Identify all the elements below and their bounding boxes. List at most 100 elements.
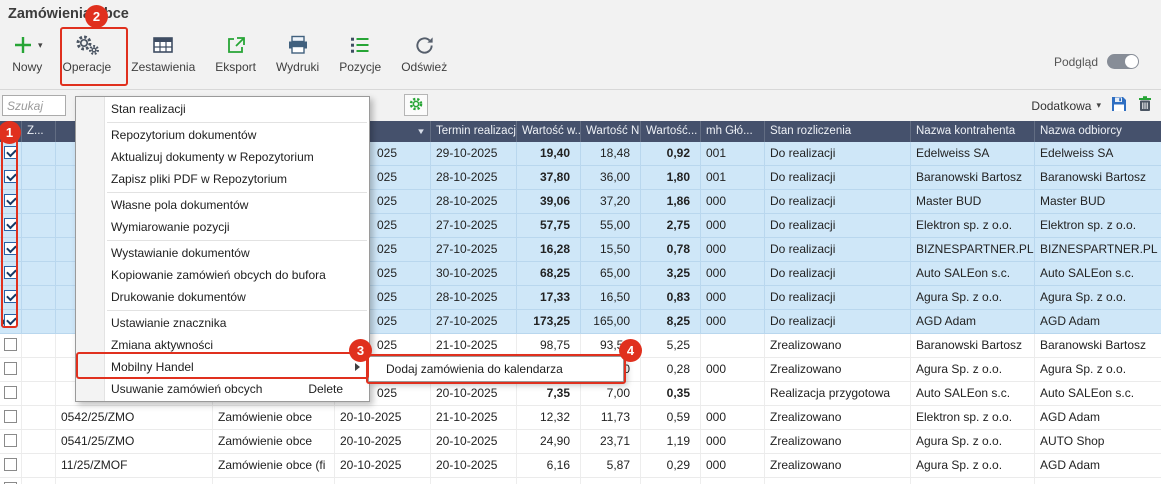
menu-item-w-asne-pola-dokument-w[interactable]: Własne pola dokumentów bbox=[76, 194, 369, 216]
cell-numer: 0542/25/ZMO bbox=[56, 406, 213, 429]
title-bar: Zamówienia obce bbox=[0, 0, 1161, 28]
table-row[interactable]: 10/25/ZMOFZamówienie obce (fi20-10-20252… bbox=[0, 478, 1161, 484]
menu-item-stan-realizacji[interactable]: Stan realizacji bbox=[76, 98, 369, 120]
row-checkbox[interactable] bbox=[4, 434, 17, 447]
toolbar-button-refresh[interactable]: Odśwież bbox=[395, 28, 453, 76]
toolbar-button-export[interactable]: Eksport bbox=[209, 28, 262, 76]
cell-select bbox=[0, 262, 22, 285]
cell-stan: Zrealizowano bbox=[765, 358, 911, 381]
save-view-button[interactable] bbox=[1110, 95, 1128, 116]
column-header-label: mh Głó... bbox=[706, 121, 753, 142]
menu-item-usuwanie-zam-wie-obcych[interactable]: Usuwanie zamówień obcychDelete bbox=[76, 378, 369, 400]
row-checkbox[interactable] bbox=[4, 362, 17, 375]
chevron-down-icon[interactable]: ▾ bbox=[38, 40, 43, 51]
table-row[interactable]: 0541/25/ZMOZamówienie obce20-10-202520-1… bbox=[0, 430, 1161, 454]
cell-odbiorca: Auto SALEon s.c. bbox=[1035, 262, 1161, 285]
row-checkbox[interactable] bbox=[4, 242, 17, 255]
row-checkbox[interactable] bbox=[4, 266, 17, 279]
cell-stan: Do realizacji bbox=[765, 310, 911, 333]
row-checkbox[interactable] bbox=[4, 386, 17, 399]
toolbar-button-operations[interactable]: Operacje bbox=[57, 28, 118, 76]
cell-mh: 000 bbox=[701, 478, 765, 484]
column-header-netto[interactable]: Wartość N... bbox=[581, 121, 641, 142]
column-header-kontrahent[interactable]: Nazwa kontrahenta bbox=[911, 121, 1035, 142]
row-checkbox[interactable] bbox=[4, 290, 17, 303]
cell-z bbox=[22, 454, 56, 477]
cell-netto: 36,00 bbox=[581, 166, 641, 189]
row-checkbox[interactable] bbox=[4, 410, 17, 423]
cell-data: 20-10-2025 bbox=[335, 478, 431, 484]
column-header-z[interactable]: Z... bbox=[22, 121, 56, 142]
refresh-icon bbox=[413, 31, 436, 59]
menu-item-repozytorium-dokument-w[interactable]: Repozytorium dokumentów bbox=[76, 124, 369, 146]
column-header-mh[interactable]: mh Głó... bbox=[701, 121, 765, 142]
toolbar-button-items[interactable]: Pozycje bbox=[333, 28, 387, 76]
cell-mh: 000 bbox=[701, 406, 765, 429]
toolbar-button-new[interactable]: ▾Nowy bbox=[6, 28, 49, 76]
toolbar-buttons: ▾NowyOperacjeZestawieniaEksportWydrukiPo… bbox=[6, 28, 453, 76]
submenu-item-dodaj-zam-wienia-do-kalendarza[interactable]: Dodaj zamówienia do kalendarza bbox=[369, 358, 623, 380]
menu-item-zmiana-aktywno-ci[interactable]: Zmiana aktywności bbox=[76, 334, 369, 356]
toolbar-button-prints[interactable]: Wydruki bbox=[270, 28, 325, 76]
menu-item-aktualizuj-dokumenty-w-repozytorium[interactable]: Aktualizuj dokumenty w Repozytorium bbox=[76, 146, 369, 168]
cell-mh: 000 bbox=[701, 238, 765, 261]
row-checkbox[interactable] bbox=[4, 146, 17, 159]
cell-termin: 20-10-2025 bbox=[431, 382, 517, 405]
menu-item-label: Zapisz pliki PDF w Repozytorium bbox=[111, 172, 287, 186]
menu-item-kopiowanie-zam-wie-obcych-do-bufora[interactable]: Kopiowanie zamówień obcych do bufora bbox=[76, 264, 369, 286]
cell-netto: 5,87 bbox=[581, 454, 641, 477]
cell-mh: 000 bbox=[701, 262, 765, 285]
cell-netto: 21,00 bbox=[581, 478, 641, 484]
cell-z bbox=[22, 214, 56, 237]
cell-netto: 65,00 bbox=[581, 262, 641, 285]
cell-mh: 000 bbox=[701, 286, 765, 309]
cell-kontrahent: Edelweiss SA bbox=[911, 142, 1035, 165]
menu-separator bbox=[107, 192, 367, 193]
cell-kontrahent: Agura Sp. z o.o. bbox=[911, 286, 1035, 309]
cell-termin: 27-10-2025 bbox=[431, 238, 517, 261]
table-row[interactable]: 11/25/ZMOFZamówienie obce (fi20-10-20252… bbox=[0, 454, 1161, 478]
menu-item-label: Usuwanie zamówień obcych bbox=[111, 382, 262, 396]
column-header-odbiorca[interactable]: Nazwa odbiorcy bbox=[1035, 121, 1161, 142]
cell-z bbox=[22, 382, 56, 405]
cell-brutto: 22,05 bbox=[517, 478, 581, 484]
table-row[interactable]: 0542/25/ZMOZamówienie obce20-10-202521-1… bbox=[0, 406, 1161, 430]
menu-item-drukowanie-dokument-w[interactable]: Drukowanie dokumentów bbox=[76, 286, 369, 308]
view-controls: Dodatkowa ▾ bbox=[1031, 95, 1153, 116]
search-input[interactable] bbox=[2, 95, 66, 116]
cell-stan: Do realizacji bbox=[765, 238, 911, 261]
row-checkbox[interactable] bbox=[4, 338, 17, 351]
chevron-down-icon: ▾ bbox=[1096, 100, 1101, 111]
cell-brutto: 68,25 bbox=[517, 262, 581, 285]
column-header-stan[interactable]: Stan rozliczenia bbox=[765, 121, 911, 142]
cell-vat: 3,25 bbox=[641, 262, 701, 285]
cell-odbiorca: BIZNESPARTNER.PL bbox=[1035, 238, 1161, 261]
preview-toggle[interactable] bbox=[1107, 54, 1139, 69]
row-checkbox[interactable] bbox=[4, 314, 17, 327]
menu-item-wystawianie-dokument-w[interactable]: Wystawianie dokumentów bbox=[76, 242, 369, 264]
row-checkbox[interactable] bbox=[4, 170, 17, 183]
cell-odbiorca: AGD Adam bbox=[1035, 406, 1161, 429]
row-checkbox[interactable] bbox=[4, 458, 17, 471]
row-checkbox[interactable] bbox=[4, 218, 17, 231]
delete-view-button[interactable] bbox=[1137, 95, 1153, 116]
cell-z bbox=[22, 406, 56, 429]
column-header-brutto[interactable]: Wartość w... bbox=[517, 121, 581, 142]
cell-z bbox=[22, 166, 56, 189]
cell-kontrahent: Agura Sp. z o.o. bbox=[911, 454, 1035, 477]
column-header-vat[interactable]: Wartość... bbox=[641, 121, 701, 142]
column-header-termin[interactable]: Termin realizacji bbox=[431, 121, 517, 142]
cell-vat: 0,78 bbox=[641, 238, 701, 261]
menu-item-wymiarowanie-pozycji[interactable]: Wymiarowanie pozycji bbox=[76, 216, 369, 238]
cell-mh bbox=[701, 334, 765, 357]
menu-item-zapisz-pliki-pdf-w-repozytorium[interactable]: Zapisz pliki PDF w Repozytorium bbox=[76, 168, 369, 190]
cell-termin: 20-10-2025 bbox=[431, 430, 517, 453]
cell-kontrahent: Agura Sp. z o.o. bbox=[911, 430, 1035, 453]
filter-settings-button[interactable] bbox=[404, 94, 428, 116]
menu-item-mobilny-handel[interactable]: Mobilny Handel bbox=[76, 356, 369, 378]
row-checkbox[interactable] bbox=[4, 194, 17, 207]
menu-item-ustawianie-znacznika[interactable]: Ustawianie znacznika bbox=[76, 312, 369, 334]
view-selector-dropdown[interactable]: Dodatkowa ▾ bbox=[1031, 99, 1101, 113]
toolbar-button-reports[interactable]: Zestawienia bbox=[125, 28, 201, 76]
cell-stan: Do realizacji bbox=[765, 286, 911, 309]
